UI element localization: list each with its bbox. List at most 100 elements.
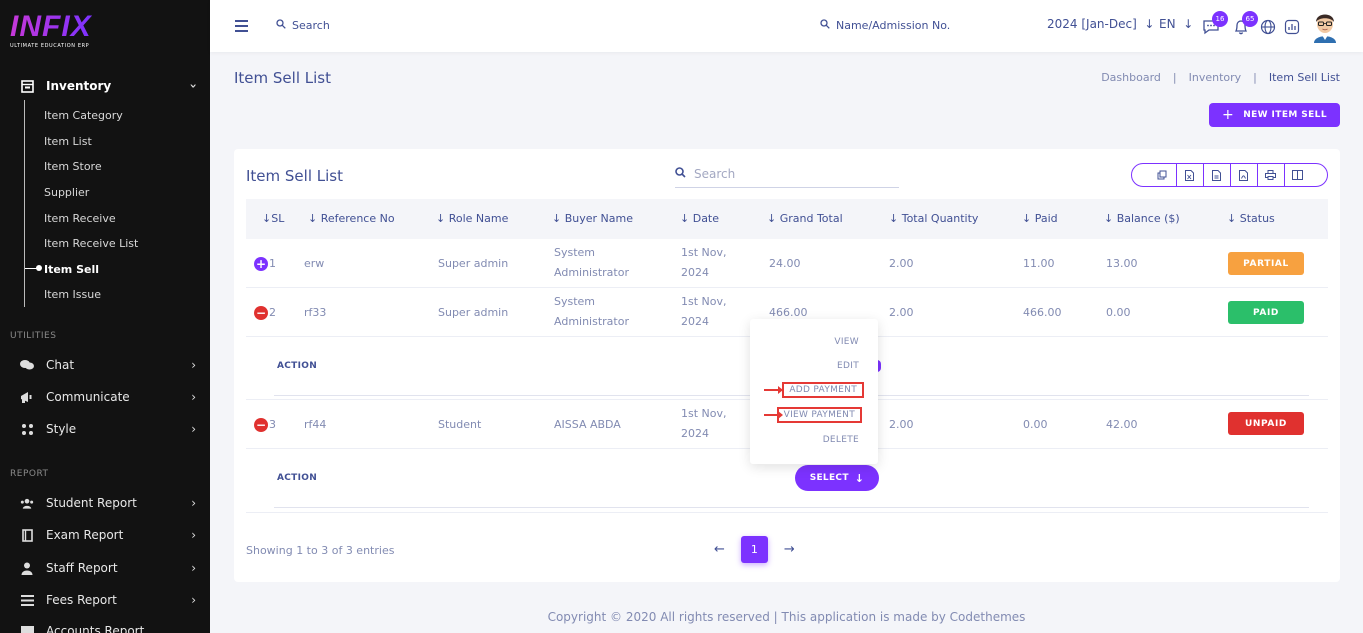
globe-icon[interactable] — [1259, 18, 1277, 36]
breadcrumb-dashboard[interactable]: Dashboard — [1101, 71, 1161, 84]
sidebar-item-label: Accounts Report — [46, 624, 145, 633]
language-select[interactable]: EN ↓ — [1159, 17, 1193, 31]
sidebar-item-inventory[interactable]: Inventory › — [20, 76, 201, 96]
logo-text: INFIX — [10, 10, 92, 43]
sidebar-subitem-item-sell[interactable]: Item Sell — [44, 263, 99, 276]
sidebar-subitem-item-receive-list[interactable]: Item Receive List — [44, 237, 138, 250]
sidebar-item-accounts-report[interactable]: Accounts Report — [20, 621, 198, 633]
top-header: Search Name/Admission No. 2024 [Jan-Dec]… — [210, 0, 1363, 52]
row3-buyer: AISSA ABDA — [554, 418, 621, 431]
next-page-icon[interactable]: → — [784, 542, 795, 557]
highlight-arrow — [764, 386, 783, 394]
sidebar-subitem-item-category[interactable]: Item Category — [44, 109, 123, 122]
status-badge: PAID — [1228, 301, 1304, 324]
csv-icon[interactable] — [1202, 164, 1230, 186]
col-paid[interactable]: ↓ Paid — [1022, 212, 1058, 225]
new-item-sell-button[interactable]: + NEW ITEM SELL — [1209, 103, 1340, 127]
col-role-name[interactable]: ↓ Role Name — [436, 212, 508, 225]
sidebar-item-exam-report[interactable]: Exam Report › — [20, 525, 198, 545]
notifications-badge: 65 — [1242, 11, 1258, 27]
col-buyer-name[interactable]: ↓ Buyer Name — [552, 212, 633, 225]
row1-total: 24.00 — [769, 257, 801, 270]
entries-info: Showing 1 to 3 of 3 entries — [246, 544, 395, 557]
page-title: Item Sell List — [234, 69, 331, 87]
row1-ref: erw — [304, 257, 325, 270]
session-select[interactable]: 2024 [Jan-Dec] ↓ — [1047, 17, 1154, 31]
collapse-row-icon[interactable]: − — [254, 306, 268, 320]
admission-search-placeholder: Name/Admission No. — [836, 19, 951, 32]
sidebar-subitem-item-receive[interactable]: Item Receive — [44, 212, 116, 225]
list-icon — [20, 593, 34, 607]
prev-page-icon[interactable]: ← — [714, 542, 725, 557]
hamburger-menu-icon[interactable] — [235, 20, 248, 32]
pdf-icon[interactable] — [1229, 164, 1257, 186]
sidebar-item-chat[interactable]: Chat › — [20, 355, 198, 375]
collapse-row-icon[interactable]: − — [254, 418, 268, 432]
logo[interactable]: INFIX ULTIMATE EDUCATION ERP — [10, 10, 92, 50]
sidebar-item-fees-report[interactable]: Fees Report › — [20, 590, 198, 610]
breadcrumb-inventory[interactable]: Inventory — [1189, 71, 1242, 84]
menu-item-delete[interactable]: DELETE — [823, 435, 859, 445]
sidebar-item-label: Style — [46, 422, 77, 436]
header-search[interactable]: Search — [276, 19, 330, 32]
sidebar-item-label: Exam Report — [46, 528, 124, 542]
col-grand-total[interactable]: ↓ Grand Total — [767, 212, 843, 225]
expand-row-icon[interactable]: + — [254, 257, 268, 271]
row3-role: Student — [438, 418, 482, 431]
row2-total: 466.00 — [769, 306, 808, 319]
row2-buyer: System Administrator — [554, 295, 629, 328]
col-total-quantity[interactable]: ↓ Total Quantity — [889, 212, 978, 225]
menu-item-add-payment[interactable]: ADD PAYMENT — [782, 382, 864, 398]
chevron-right-icon: › — [191, 561, 196, 575]
sidebar-item-label: Student Report — [46, 496, 137, 510]
table-search-input[interactable]: Search — [675, 161, 899, 188]
sidebar-item-communicate[interactable]: Communicate › — [20, 387, 198, 407]
col-date[interactable]: ↓ Date — [680, 212, 719, 225]
accounts-icon — [20, 624, 34, 633]
sidebar-subitem-supplier[interactable]: Supplier — [44, 186, 89, 199]
menu-item-view[interactable]: VIEW — [834, 337, 859, 347]
bell-icon[interactable]: 65 — [1232, 11, 1258, 36]
sidebar-item-student-report[interactable]: Student Report › — [20, 493, 198, 513]
col-status[interactable]: ↓ Status — [1227, 212, 1275, 225]
sidebar-item-staff-report[interactable]: Staff Report › — [20, 558, 198, 578]
page-button-1[interactable]: 1 — [740, 536, 768, 563]
copy-icon[interactable] — [1149, 164, 1176, 186]
menu-item-edit[interactable]: EDIT — [837, 361, 859, 371]
action-label: ACTION — [277, 361, 318, 371]
language-value: EN — [1159, 17, 1176, 31]
sidebar-item-style[interactable]: Style › — [20, 419, 198, 439]
excel-icon[interactable] — [1175, 164, 1203, 186]
export-button-group — [1131, 163, 1328, 187]
sidebar-subitem-item-list[interactable]: Item List — [44, 135, 92, 148]
section-utilities: UTILITIES — [10, 331, 57, 341]
columns-icon[interactable] — [1283, 164, 1311, 186]
analytics-icon[interactable] — [1283, 18, 1301, 36]
chat-icon — [20, 358, 34, 372]
row2-date: 1st Nov, 2024 — [681, 295, 727, 328]
sidebar-subitem-item-store[interactable]: Item Store — [44, 160, 102, 173]
arrow-down-icon: ↓ — [1140, 17, 1155, 31]
messages-icon[interactable]: 16 — [1202, 11, 1228, 36]
sidebar-subitem-item-issue[interactable]: Item Issue — [44, 288, 101, 301]
row1-sl: 1 — [269, 257, 276, 270]
col-balance[interactable]: ↓ Balance ($) — [1104, 212, 1180, 225]
active-indicator — [25, 265, 42, 271]
inventory-icon — [20, 79, 34, 93]
avatar[interactable] — [1311, 9, 1339, 43]
col-sl[interactable]: ↓SL — [262, 212, 284, 225]
menu-item-view-payment[interactable]: VIEW PAYMENT — [776, 407, 862, 423]
admission-search[interactable]: Name/Admission No. — [820, 19, 950, 32]
search-icon — [675, 167, 686, 181]
row2-paid: 466.00 — [1023, 306, 1062, 319]
arrow-down-icon: ↓ — [1179, 17, 1194, 31]
user-icon — [20, 561, 34, 575]
print-icon[interactable] — [1256, 164, 1284, 186]
select-action-button[interactable]: SELECT ↓ — [795, 465, 879, 491]
action-label: ACTION — [277, 473, 318, 483]
row-divider — [246, 512, 1328, 513]
arrow-down-icon: ↓ — [854, 471, 865, 485]
chevron-right-icon: › — [191, 528, 196, 542]
col-reference-no[interactable]: ↓ Reference No — [308, 212, 395, 225]
breadcrumb-separator: | — [1253, 71, 1257, 84]
